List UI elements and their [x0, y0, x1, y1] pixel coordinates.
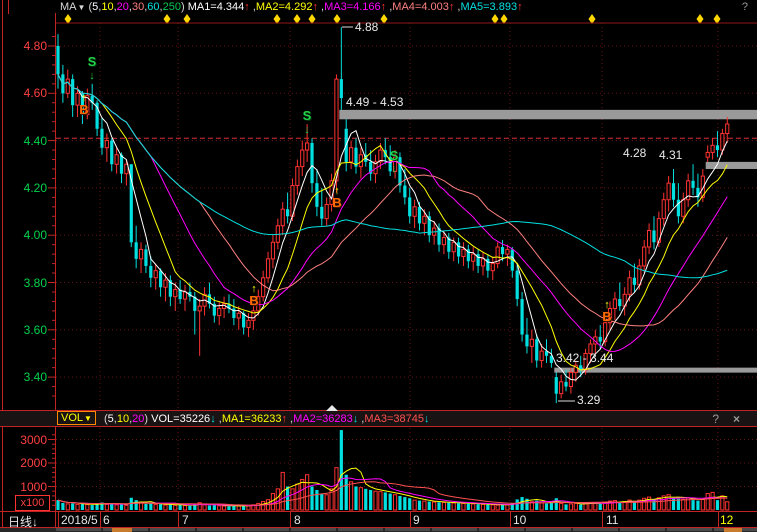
scrollbar-highlight[interactable] — [724, 528, 742, 532]
chevron-down-icon: ▼ — [84, 414, 92, 423]
scrollbar-segment[interactable] — [620, 528, 665, 531]
timeline-month-label: 7 — [182, 513, 189, 527]
pane-divider-handle[interactable] — [326, 405, 338, 411]
scrollbar-segment[interactable] — [197, 528, 242, 531]
scrollbar-segment[interactable] — [338, 528, 383, 531]
annotation-high-488: 4.88 — [355, 20, 378, 34]
volume-axis-label: 3000 — [0, 433, 47, 447]
timeline-separator — [290, 512, 291, 527]
timeline-month-label: 11 — [606, 513, 618, 527]
scrollbar-segment[interactable] — [291, 528, 336, 531]
price-axis-label: 4.20 — [0, 181, 47, 195]
price-axis-label: 4.40 — [0, 134, 47, 148]
sell-signal-marker: S — [300, 110, 314, 121]
sell-arrow-icon: ↓ — [300, 125, 314, 136]
date-bar: 日线↓ 2018/5 6 7 8 9 10 11 12 — [0, 512, 757, 527]
scrollbar-segment[interactable] — [244, 528, 289, 531]
scrollbar-segment[interactable] — [667, 528, 712, 531]
sell-signal-marker: S — [387, 150, 401, 161]
timeline-separator — [178, 512, 179, 527]
vol-values-readout: (5,10,20) VOL=35226↓ ,MA1=36233↑ ,MA2=36… — [104, 413, 429, 425]
candlestick-chart[interactable] — [0, 0, 757, 532]
timeline-month-label: 10 — [513, 513, 526, 527]
annotation-gap3-left: 4.28 — [623, 146, 646, 160]
down-arrow-icon: ↓ — [32, 515, 38, 529]
sell-signal-marker: S — [85, 56, 99, 67]
scrollbar-segment[interactable] — [432, 528, 477, 531]
buy-signal-marker: B — [600, 311, 614, 322]
buy-signal-marker: B — [330, 197, 344, 208]
scrollbar-segment[interactable] — [56, 528, 101, 531]
timeline-separator — [410, 512, 411, 527]
annotation-gap1-label: 4.49 - 4.53 — [346, 95, 403, 109]
buy-signal-marker: B — [247, 295, 261, 306]
annotation-gap3-right: 4.31 — [659, 148, 682, 162]
price-axis-label: 4.80 — [0, 39, 47, 53]
timeline-separator — [602, 512, 603, 527]
annotation-gap2-label: 3.42 - 3.44 — [556, 351, 613, 365]
close-icon[interactable]: × — [733, 412, 740, 427]
timeline-month-label: 9 — [413, 513, 420, 527]
timeline-month-label: 2018/5 — [61, 513, 98, 527]
vol-indicator-label: VOL — [61, 412, 83, 424]
price-axis-label: 4.60 — [0, 86, 47, 100]
volume-axis-label: 2000 — [0, 456, 47, 470]
sell-arrow-icon: ↓ — [85, 71, 99, 82]
annotation-low-329: 3.29 — [577, 393, 600, 407]
price-axis-label: 3.60 — [0, 323, 47, 337]
price-axis-label: 3.40 — [0, 370, 47, 384]
price-axis-label: 4.00 — [0, 228, 47, 242]
scrollbar-highlight[interactable] — [112, 528, 132, 532]
period-label: 日线 — [8, 515, 32, 529]
timeline-month-label: 6 — [103, 513, 110, 527]
sell-arrow-icon: ↓ — [387, 164, 401, 175]
help-icon[interactable]: ? — [712, 412, 719, 427]
timeline-month-label: 12 — [720, 513, 733, 527]
bottom-scrollbar[interactable] — [0, 528, 757, 532]
timeline-separator — [718, 512, 719, 527]
timeline-separator — [510, 512, 511, 527]
stock-chart-window: MA▼ (5,10,20,30,60,250) MA1=4.344↑ ,MA2=… — [0, 0, 757, 532]
buy-signal-marker: B — [77, 104, 91, 115]
scrollbar-segment[interactable] — [573, 528, 618, 531]
volume-axis-label: 1000 — [0, 480, 47, 494]
scrollbar-segment[interactable] — [479, 528, 524, 531]
timeline-month-label: 8 — [294, 513, 301, 527]
scrollbar-segment[interactable] — [526, 528, 571, 531]
scrollbar-segment[interactable] — [385, 528, 430, 531]
price-axis-label: 3.80 — [0, 276, 47, 290]
scrollbar-segment[interactable] — [150, 528, 195, 531]
volume-header-bar: VOL▼ (5,10,20) VOL=35226↓ ,MA1=36233↑ ,M… — [0, 410, 757, 427]
volume-unit-box: x100 — [15, 495, 50, 511]
vol-indicator-dropdown[interactable]: VOL▼ — [57, 411, 96, 425]
timeline-separator — [100, 512, 101, 527]
timeline-separator — [58, 512, 59, 527]
